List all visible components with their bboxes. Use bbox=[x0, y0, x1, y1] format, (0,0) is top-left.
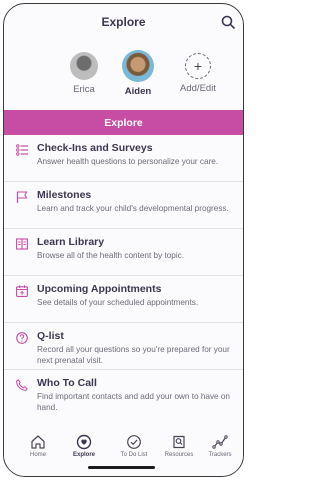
home-indicator bbox=[88, 466, 155, 469]
list-item-q-list[interactable]: Q-list Record all your questions so you'… bbox=[4, 323, 243, 370]
section-banner-label: Explore bbox=[104, 116, 143, 129]
avatar bbox=[70, 52, 98, 80]
item-description: Browse all of the health content by topi… bbox=[37, 251, 185, 260]
calendar-icon bbox=[16, 285, 28, 297]
flag-icon bbox=[16, 191, 28, 203]
list-item-who-to-call[interactable]: Who To Call Find important contacts and … bbox=[4, 370, 243, 417]
tab-label: Explore bbox=[72, 452, 95, 458]
list-item-milestones[interactable]: Milestones Learn and track your child's … bbox=[4, 182, 243, 229]
profile-erica[interactable]: Erica bbox=[54, 52, 114, 95]
book-icon bbox=[16, 238, 28, 250]
item-title: Who To Call bbox=[37, 377, 97, 389]
item-title: Milestones bbox=[37, 189, 92, 201]
trend-icon bbox=[212, 435, 228, 449]
tab-explore[interactable]: Explore bbox=[64, 434, 104, 458]
tab-home[interactable]: Home bbox=[18, 434, 58, 458]
avatar bbox=[122, 50, 154, 82]
bottom-tab-bar: Home Explore To Do List Resources Tracke… bbox=[4, 429, 243, 476]
page-title: Explore bbox=[101, 15, 146, 29]
profile-switcher: Erica Aiden + Add/Edit bbox=[4, 48, 243, 100]
add-edit-profile-button[interactable]: + Add/Edit bbox=[168, 53, 228, 94]
item-title: Upcoming Appointments bbox=[37, 283, 162, 295]
item-description: Answer health questions to personalize y… bbox=[37, 157, 219, 166]
tab-trackers[interactable]: Trackers bbox=[200, 434, 240, 458]
resources-icon bbox=[173, 435, 185, 449]
phone-icon bbox=[16, 379, 28, 391]
section-banner: Explore bbox=[4, 110, 243, 135]
home-icon bbox=[31, 435, 45, 449]
list-item-appointments[interactable]: Upcoming Appointments See details of you… bbox=[4, 276, 243, 323]
list-item-learn-library[interactable]: Learn Library Browse all of the health c… bbox=[4, 229, 243, 276]
checklist-icon bbox=[16, 144, 28, 156]
tab-label: Home bbox=[29, 452, 46, 458]
check-circle-icon bbox=[127, 435, 141, 449]
item-description: Record all your questions so you're prep… bbox=[37, 345, 230, 365]
item-description: Learn and track your child's development… bbox=[37, 204, 229, 213]
item-title: Q-list bbox=[37, 330, 64, 342]
item-description: Find important contacts and add your own… bbox=[37, 392, 230, 412]
profile-aiden[interactable]: Aiden bbox=[108, 50, 168, 97]
tab-label: To Do List bbox=[120, 452, 148, 458]
tab-resources[interactable]: Resources bbox=[159, 434, 199, 458]
item-title: Learn Library bbox=[37, 236, 105, 248]
search-icon[interactable] bbox=[221, 15, 235, 29]
tab-label: Trackers bbox=[208, 452, 232, 458]
profile-name: Aiden bbox=[124, 86, 152, 97]
plus-icon: + bbox=[185, 53, 211, 79]
top-bar: Explore bbox=[4, 4, 243, 40]
tab-to-do-list[interactable]: To Do List bbox=[114, 434, 154, 458]
item-title: Check-Ins and Surveys bbox=[37, 142, 153, 154]
compass-icon bbox=[76, 434, 92, 450]
explore-list: Check-Ins and Surveys Answer health ques… bbox=[4, 135, 243, 417]
question-icon bbox=[16, 332, 28, 344]
profile-name: Erica bbox=[73, 84, 95, 95]
tab-label: Resources bbox=[164, 452, 194, 458]
profile-name: Add/Edit bbox=[180, 83, 216, 94]
list-item-check-ins[interactable]: Check-Ins and Surveys Answer health ques… bbox=[4, 135, 243, 182]
item-description: See details of your scheduled appointmen… bbox=[37, 298, 199, 307]
phone-frame: Explore Erica Aiden + Add/Edit Explore C… bbox=[3, 3, 244, 477]
